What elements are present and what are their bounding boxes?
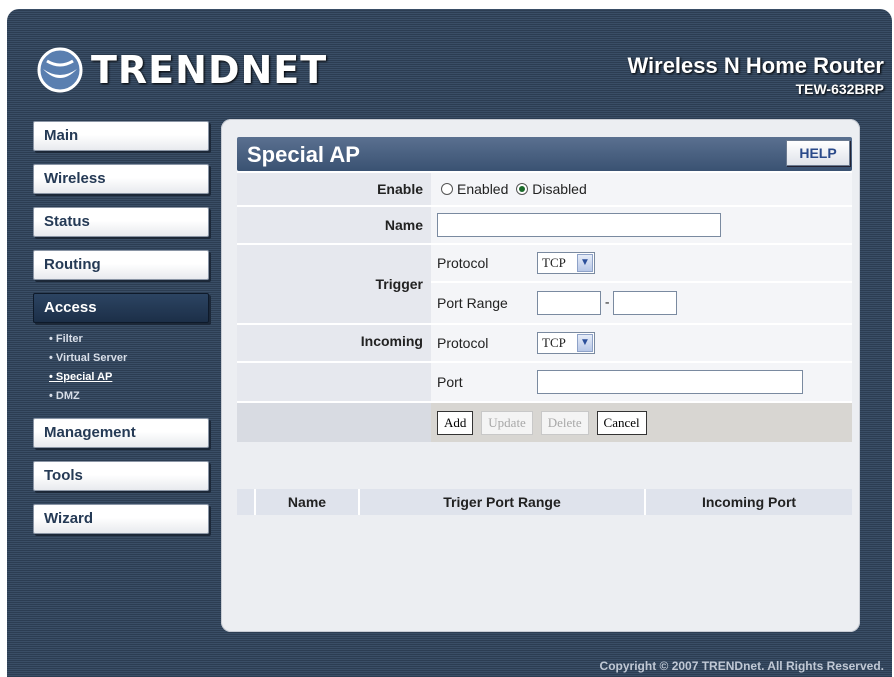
nav-management[interactable]: Management <box>33 418 209 448</box>
range-separator: - <box>604 293 610 310</box>
add-button[interactable]: Add <box>437 410 474 435</box>
nav-access[interactable]: Access <box>33 293 209 323</box>
special-ap-list: Name Triger Port Range Incoming Port <box>237 489 852 515</box>
sidebar-nav: Main Wireless Status Routing Access • Fi… <box>33 121 211 547</box>
update-button[interactable]: Update <box>481 410 533 435</box>
page-title: Special AP <box>247 142 360 167</box>
trigger-protocol-value: TCP <box>542 255 566 270</box>
content-panel: Special AP HELP Enable Enabled Disabled … <box>221 119 860 632</box>
product-title: Wireless N Home Router <box>627 53 884 78</box>
trigger-label: Trigger <box>237 243 431 324</box>
incoming-port-input[interactable] <box>537 370 803 394</box>
nav-status[interactable]: Status <box>33 207 209 237</box>
col-incoming-header: Incoming Port <box>644 489 852 515</box>
trigger-port-start-input[interactable] <box>537 291 601 315</box>
subnav-filter[interactable]: • Filter <box>49 330 211 349</box>
access-subnav: • Filter • Virtual Server • Special AP •… <box>49 330 211 406</box>
incoming-label: Incoming <box>237 323 431 362</box>
trigger-protocol-select[interactable]: TCP ▼ <box>537 252 595 274</box>
nav-main[interactable]: Main <box>33 121 209 151</box>
special-ap-form: Enable Enabled Disabled Name Trigger Pro… <box>237 171 852 442</box>
product-model: TEW-632BRP <box>795 81 884 97</box>
header: TRENDNET Wireless N Home Router TEW-632B… <box>7 9 892 117</box>
enabled-radio[interactable] <box>441 183 453 195</box>
chevron-down-icon: ▼ <box>577 254 593 272</box>
incoming-port-label: Port <box>431 361 531 402</box>
subnav-special-ap[interactable]: • Special AP <box>49 368 211 387</box>
name-input[interactable] <box>437 213 721 237</box>
content-header: Special AP HELP <box>237 137 852 171</box>
disabled-label: Disabled <box>532 181 587 197</box>
action-buttons: Add Update Delete Cancel <box>431 401 852 442</box>
cancel-button[interactable]: Cancel <box>596 410 647 435</box>
copyright: Copyright © 2007 TRENDnet. All Rights Re… <box>599 659 884 673</box>
incoming-protocol-value: TCP <box>542 335 566 350</box>
incoming-protocol-select[interactable]: TCP ▼ <box>537 332 595 354</box>
enabled-label: Enabled <box>457 181 509 197</box>
enable-label: Enable <box>237 171 431 206</box>
globe-icon <box>37 47 83 93</box>
subnav-virtual-server[interactable]: • Virtual Server <box>49 349 211 368</box>
port-range-label: Port Range <box>431 281 531 324</box>
router-frame: TRENDNET Wireless N Home Router TEW-632B… <box>7 9 892 677</box>
logo: TRENDNET <box>37 47 327 93</box>
delete-button[interactable]: Delete <box>540 410 589 435</box>
nav-wizard[interactable]: Wizard <box>33 504 209 534</box>
nav-routing[interactable]: Routing <box>33 250 209 280</box>
trigger-port-end-input[interactable] <box>613 291 678 315</box>
logo-text: TRENDNET <box>91 48 328 92</box>
nav-wireless[interactable]: Wireless <box>33 164 209 194</box>
enable-options: Enabled Disabled <box>431 171 852 206</box>
disabled-radio[interactable] <box>516 183 529 195</box>
incoming-protocol-label: Protocol <box>431 323 531 362</box>
help-button[interactable]: HELP <box>786 140 850 166</box>
col-trigger-header: Triger Port Range <box>358 489 645 515</box>
col-name-header: Name <box>254 489 359 515</box>
subnav-dmz[interactable]: • DMZ <box>49 387 211 406</box>
trigger-protocol-label: Protocol <box>431 243 531 282</box>
nav-tools[interactable]: Tools <box>33 461 209 491</box>
name-label: Name <box>237 205 431 244</box>
chevron-down-icon: ▼ <box>577 334 593 352</box>
